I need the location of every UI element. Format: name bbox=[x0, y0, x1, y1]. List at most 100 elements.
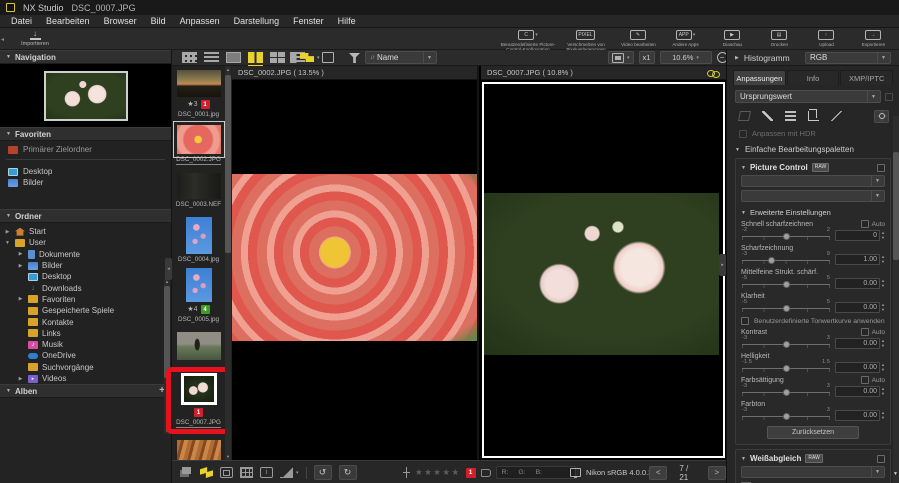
slider-value-field[interactable]: 0.00 bbox=[835, 278, 880, 289]
redo-button[interactable]: ↻ bbox=[339, 465, 357, 480]
scrollbar-handle[interactable] bbox=[164, 286, 170, 378]
favorites-header[interactable]: ▼ Favoriten bbox=[0, 127, 171, 141]
stepper[interactable]: ▲▼ bbox=[881, 255, 885, 264]
albums-header[interactable]: ▼ Alben + bbox=[0, 384, 171, 398]
slider-thumb[interactable] bbox=[783, 389, 790, 396]
straighten-icon[interactable] bbox=[738, 111, 751, 121]
folder-tree-item[interactable]: ▶ Dokumente bbox=[0, 249, 171, 260]
slider-track[interactable] bbox=[742, 389, 830, 396]
menu-item[interactable]: Fenster bbox=[286, 15, 331, 28]
import-button[interactable]: ↓ Importieren bbox=[12, 29, 58, 49]
navigation-header[interactable]: ▼ Navigation bbox=[0, 50, 171, 64]
slider-value-field[interactable]: 0.00 bbox=[835, 410, 880, 421]
folder-tree-item[interactable]: Kontakte bbox=[0, 316, 171, 327]
slider-value-field[interactable]: 0 bbox=[835, 230, 880, 241]
settings-button[interactable] bbox=[874, 110, 889, 123]
thumbnail-grid-view-icon[interactable] bbox=[182, 52, 197, 63]
reset-button[interactable]: Zurücksetzen bbox=[767, 426, 859, 439]
favorite-item[interactable]: Bilder bbox=[0, 177, 171, 188]
menu-item[interactable]: Bearbeiten bbox=[39, 15, 97, 28]
chevron-down-icon[interactable]: ▾ bbox=[317, 55, 320, 61]
slider-thumb[interactable] bbox=[768, 257, 775, 264]
slider-track[interactable] bbox=[742, 341, 830, 348]
toolbar-button[interactable]: → Exportieren bbox=[850, 28, 897, 50]
viewer-pane-left[interactable]: DSC_0002.JPG ( 13.5% ) bbox=[232, 66, 479, 460]
auto-checkbox[interactable] bbox=[861, 376, 869, 384]
folder-tree-item[interactable]: Desktop bbox=[0, 271, 171, 282]
white-balance-checkbox[interactable] bbox=[877, 455, 885, 463]
menu-item[interactable]: Darstellung bbox=[227, 15, 287, 28]
filmstrip-item[interactable]: ★4 4 DSC_0005.jpg bbox=[178, 268, 219, 323]
slider-track[interactable] bbox=[742, 413, 830, 420]
inspector-tab[interactable]: XMP/IPTC bbox=[840, 70, 893, 85]
zoom-100-button[interactable]: x1 bbox=[639, 51, 655, 64]
toolbar-button[interactable]: ↑ Upload bbox=[803, 28, 850, 50]
filmstrip-item[interactable]: DSC_0003.NEF bbox=[176, 173, 221, 208]
expander-icon[interactable]: ▶ bbox=[4, 229, 11, 235]
label-badge[interactable]: 1 bbox=[466, 468, 476, 478]
adjustment-list-icon[interactable] bbox=[785, 111, 796, 121]
slider-track[interactable] bbox=[742, 365, 830, 372]
slider-track[interactable] bbox=[742, 257, 830, 264]
auto-option[interactable]: Auto bbox=[861, 328, 885, 336]
toolbar-button[interactable]: APP ▾ Andere Apps bbox=[662, 28, 709, 50]
folder-tree-item[interactable]: ▶ Bilder bbox=[0, 260, 171, 271]
thumbnail[interactable] bbox=[177, 125, 221, 154]
slider-value-field[interactable]: 0.00 bbox=[835, 362, 880, 373]
slider-thumb[interactable] bbox=[783, 413, 790, 420]
frame-view-icon[interactable] bbox=[220, 467, 233, 478]
white-balance-dropdown[interactable]: ▼ bbox=[741, 466, 885, 478]
menu-item[interactable]: Hilfe bbox=[331, 15, 363, 28]
filmstrip-item[interactable]: DSC_0004.jpg bbox=[178, 217, 219, 263]
collapse-icon[interactable]: ▼ bbox=[741, 456, 746, 462]
menu-item[interactable]: Browser bbox=[97, 15, 144, 28]
viewer-pane-right[interactable]: DSC_0007.JPG ( 10.8% ) bbox=[481, 66, 726, 460]
menu-item[interactable]: Anpassen bbox=[173, 15, 227, 28]
scroll-up-icon[interactable]: ▲ bbox=[225, 67, 231, 72]
folders-header[interactable]: ▼ Ordner bbox=[0, 209, 171, 223]
favorite-item[interactable]: Desktop bbox=[0, 166, 171, 177]
favorite-item[interactable]: Primärer Zielordner bbox=[0, 144, 171, 155]
scroll-down-icon[interactable]: ▼ bbox=[892, 471, 899, 477]
auto-option[interactable]: Auto bbox=[861, 376, 885, 384]
histogram-overlay-icon[interactable] bbox=[280, 467, 293, 478]
stepper[interactable]: ▲▼ bbox=[881, 363, 885, 372]
slider-value-field[interactable]: 0.00 bbox=[835, 386, 880, 397]
four-images-view-icon[interactable] bbox=[270, 52, 285, 63]
filmstrip-scrollbar[interactable]: ▲ ▼ bbox=[225, 66, 231, 460]
scrollbar-handle[interactable] bbox=[893, 152, 899, 260]
stepper[interactable]: ▲▼ bbox=[881, 387, 885, 396]
sort-dropdown[interactable]: ↓↑ Name ▼ bbox=[365, 51, 437, 64]
picture-control-sub-dropdown[interactable]: ▼ bbox=[741, 190, 885, 202]
palettes-section-header[interactable]: ▼ Einfache Bearbeitungspaletten bbox=[735, 145, 891, 154]
inspector-tab[interactable]: Anpassungen bbox=[733, 70, 786, 85]
slider-value-field[interactable]: 0.00 bbox=[835, 302, 880, 313]
hdr-checkbox[interactable] bbox=[739, 130, 747, 138]
crop-icon[interactable] bbox=[808, 111, 819, 121]
slider-track[interactable] bbox=[742, 233, 830, 240]
star-rating-control[interactable]: ★★★★★ bbox=[415, 467, 461, 478]
folder-tree-item[interactable]: Links bbox=[0, 328, 171, 339]
filmstrip-item[interactable]: DSC_0002.JPG bbox=[176, 125, 221, 165]
fit-to-screen-button[interactable]: ▾ bbox=[608, 51, 634, 64]
toolbar-button[interactable]: PIXEL Verschmelzen von Pixelverlagerunge… bbox=[557, 28, 615, 50]
photo-dahlia[interactable] bbox=[232, 174, 477, 341]
slider-track[interactable] bbox=[742, 305, 830, 312]
fullscreen-icon[interactable] bbox=[322, 52, 334, 63]
zoom-level-dropdown[interactable]: 10.6% ▾ bbox=[660, 51, 712, 64]
tree-scrollbar[interactable]: ▲ ▼ bbox=[164, 278, 170, 434]
copy-adjustments-icon[interactable] bbox=[180, 467, 193, 478]
navigation-preview-image[interactable] bbox=[44, 71, 128, 121]
tone-curve-checkbox[interactable] bbox=[741, 317, 749, 325]
retouch-brush-icon[interactable] bbox=[762, 111, 773, 121]
toolbar-button[interactable]: ▶ Diaschau bbox=[709, 28, 756, 50]
grid-overlay-icon[interactable] bbox=[240, 467, 253, 478]
scroll-down-icon[interactable]: ▼ bbox=[225, 454, 231, 459]
slider-value-field[interactable]: 1.00 bbox=[835, 254, 880, 265]
image-view-icon[interactable] bbox=[226, 52, 241, 63]
inspector-scrollbar[interactable] bbox=[893, 116, 899, 483]
compare-icon[interactable] bbox=[200, 467, 213, 478]
folder-tree-item[interactable]: Gespeicherte Spiele bbox=[0, 305, 171, 316]
thumbnail[interactable] bbox=[177, 332, 221, 360]
scroll-down-icon[interactable]: ▼ bbox=[164, 428, 170, 433]
